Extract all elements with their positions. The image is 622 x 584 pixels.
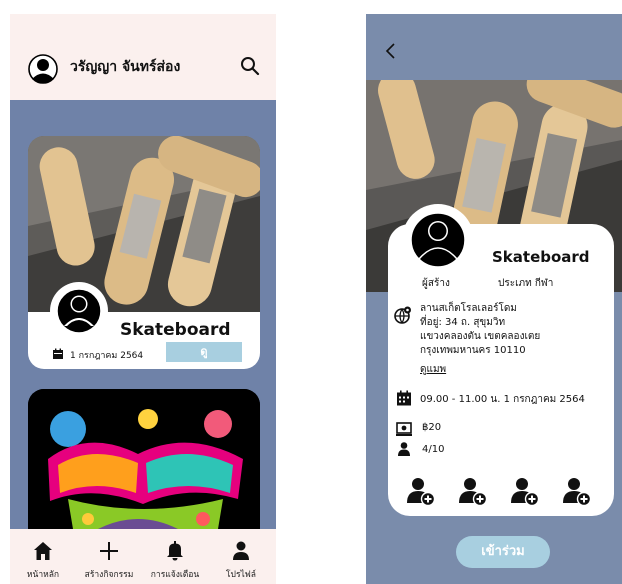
address-line: ลานสเก็ตโรลเลอร์โดม	[420, 303, 517, 314]
event-list-screen: วรัญญา จันทร์ส่อง Skateboard 1 กรกฎาคม 2…	[10, 14, 276, 584]
plus-icon	[100, 542, 118, 560]
add-person-icon[interactable]	[562, 476, 592, 506]
creator-avatar-icon[interactable]	[402, 204, 474, 276]
search-icon[interactable]	[240, 56, 260, 76]
add-person-icon[interactable]	[406, 476, 436, 506]
top-bar: วรัญญา จันทร์ส่อง	[10, 14, 276, 100]
event-time: 09.00 - 11.00 น. 1 กรกฎาคม 2564	[420, 394, 585, 405]
bell-icon	[167, 541, 183, 561]
nav-profile[interactable]: โปรไฟล์	[208, 529, 274, 584]
home-icon	[34, 542, 52, 560]
event-detail-card: Skateboard ผู้สร้าง ประเภท กีฬา ลานสเก็ต…	[388, 204, 614, 516]
event-title: Skateboard	[492, 248, 590, 266]
event-address: ลานสเก็ตโรลเลอร์โดม ที่อยู่: 34 ถ. สุขุม…	[420, 302, 540, 358]
nav-create-label: สร้างกิจกรรม	[84, 570, 134, 580]
money-icon	[396, 422, 412, 436]
participant-count: 4/10	[422, 444, 445, 455]
add-person-icon[interactable]	[458, 476, 488, 506]
event-price: ฿20	[422, 422, 442, 433]
event-detail-screen: Skateboard ผู้สร้าง ประเภท กีฬา ลานสเก็ต…	[366, 14, 622, 584]
view-button[interactable]: ดู	[166, 342, 242, 362]
person-icon	[398, 442, 410, 456]
event-type: ประเภท กีฬา	[498, 278, 554, 289]
nav-notifications-label: การแจ้งเตือน	[150, 570, 200, 580]
nav-home-label: หน้าหลัก	[26, 570, 60, 580]
address-line: แขวงคลองตัน เขตคลองเตย	[420, 331, 541, 342]
add-person-icon[interactable]	[510, 476, 540, 506]
nav-notifications[interactable]: การแจ้งเตือน	[142, 529, 208, 584]
calendar-icon	[53, 348, 63, 359]
address-line: กรุงเทพมหานคร 10110	[420, 345, 526, 356]
creator-label: ผู้สร้าง	[422, 278, 450, 289]
event-card[interactable]: Skateboard 1 กรกฎาคม 2564 ดู	[28, 136, 260, 369]
nav-create[interactable]: สร้างกิจกรรม	[76, 529, 142, 584]
username: วรัญญา จันทร์ส่อง	[70, 59, 181, 75]
creator-avatar-icon	[50, 282, 108, 340]
bottom-nav: หน้าหลัก สร้างกิจกรรม การแจ้งเตือน โปรไฟ…	[10, 529, 276, 584]
back-arrow-icon[interactable]	[384, 42, 398, 60]
view-map-link[interactable]: ดูแมพ	[420, 362, 446, 377]
nav-home[interactable]: หน้าหลัก	[10, 529, 76, 584]
join-button[interactable]: เข้าร่วม	[456, 536, 550, 568]
nav-profile-label: โปรไฟล์	[225, 570, 257, 580]
event-date: 1 กรกฎาคม 2564	[70, 351, 144, 361]
address-line: ที่อยู่: 34 ถ. สุขุมวิท	[420, 317, 506, 328]
calendar-icon	[397, 390, 411, 406]
globe-location-icon	[394, 306, 411, 324]
user-avatar-icon[interactable]	[28, 54, 58, 84]
person-icon	[233, 541, 249, 560]
event-title: Skateboard	[120, 320, 231, 340]
